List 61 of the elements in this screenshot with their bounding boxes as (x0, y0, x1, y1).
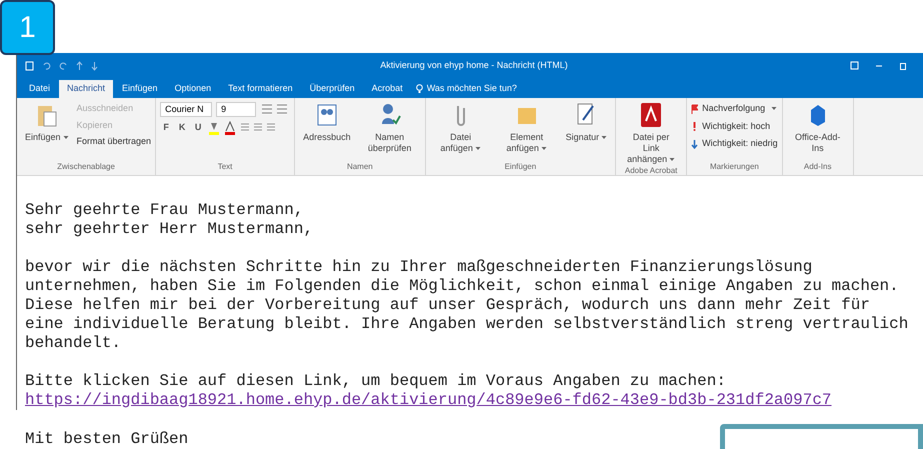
redo-icon[interactable] (59, 60, 68, 70)
attach-item-button[interactable]: Element anfügen (496, 102, 558, 154)
undo-icon[interactable] (42, 60, 51, 70)
ribbon-tab[interactable]: Datei (21, 80, 58, 98)
group-label: Adobe Acrobat (624, 165, 678, 177)
group-label: Add-Ins (802, 161, 832, 173)
lightbulb-icon (416, 84, 423, 94)
closing-line: Mit besten Grüßen (25, 429, 188, 449)
tell-me-field[interactable]: Was möchten Sie tun? (426, 82, 527, 96)
group-label: Text (216, 161, 234, 173)
paste-button[interactable]: Einfügen (21, 102, 73, 143)
caret-icon (669, 157, 676, 162)
ribbon-tab[interactable]: Acrobat (364, 80, 411, 98)
caret-icon (540, 146, 547, 152)
save-icon[interactable] (25, 60, 34, 70)
group-label: Markierungen (708, 161, 760, 173)
font-size-field[interactable]: 9 (216, 102, 256, 117)
ribbon-tab[interactable]: Überprüfen (302, 80, 363, 98)
number-badge: 1 (0, 0, 55, 55)
ribbon-tab[interactable]: Text formatieren (220, 80, 301, 98)
up-arrow-icon[interactable] (76, 60, 83, 70)
tag-item[interactable]: Wichtigkeit: hoch (691, 120, 778, 133)
ribbon-tab[interactable]: Einfügen (114, 80, 166, 98)
add-ins-button[interactable]: Office-Add-Ins (786, 102, 849, 154)
tag-item[interactable]: Nachverfolgung (691, 102, 778, 116)
signature-button[interactable]: Signatur (562, 102, 612, 143)
activation-link[interactable]: https://ingdibaag18921.home.ehyp.de/aktivierung/4c89e9e6-fd62-43e9-bd3b-231df2a097c7 (25, 391, 832, 409)
flag-icon (691, 104, 698, 114)
tag-item[interactable]: Wichtigkeit: niedrig (691, 137, 778, 150)
greeting-line: Sehr geehrte Frau Mustermann, (25, 201, 304, 220)
caret-icon (474, 146, 481, 152)
ribbon-options-icon[interactable] (850, 61, 859, 70)
caret-icon (771, 106, 778, 112)
clipboard-item[interactable]: Format übertragen (76, 135, 152, 148)
ribbon-tab[interactable]: Nachricht (59, 80, 114, 98)
format-button[interactable]: K (176, 121, 188, 135)
down-arrow-icon[interactable] (91, 60, 98, 70)
greeting-line: sehr geehrter Herr Mustermann, (25, 220, 314, 239)
exclamation-icon (691, 121, 698, 132)
body-paragraph: bevor wir die nächsten Schritte hin zu Ihrer maßgeschneiderten Finanzierungslösung unternehmen, haben Sie im Folgenden die Möglichkeit, schon einmal einige Angaben zu machen. Diese helfen mir bei der Vorbereitung auf unser Gespräch, wodurch uns dann mehr Zeit für eine individuelle Beratung bleibt. Ihre Angaben werden selbstverständlich streng vertraulich behandelt. (25, 258, 910, 353)
group-label: Namen (346, 161, 374, 173)
group-label: Zwischenablage (56, 161, 116, 173)
restore-icon[interactable] (899, 61, 907, 70)
address-book-button[interactable]: Adressbuch (299, 102, 355, 143)
format-button[interactable]: F (160, 121, 172, 135)
caret-icon (62, 135, 69, 140)
address-book-icon (316, 102, 338, 128)
caret-icon (601, 135, 608, 140)
link-intro: Bitte klicken Sie auf diesen Link, um bequem im Voraus Angaben zu machen: (25, 372, 727, 391)
font-name-field[interactable]: Courier N (160, 102, 212, 117)
window-title: Aktivierung von ehyp home - Nachricht (HTML) (379, 58, 569, 72)
link-file-button[interactable]: Datei per Link anhängen (620, 102, 682, 165)
ribbon-tab[interactable]: Optionen (166, 80, 220, 98)
highlight-icon[interactable] (208, 121, 220, 135)
down-arrow-icon (691, 138, 698, 149)
group-label: Einfügen (504, 161, 538, 173)
attach-file-button[interactable]: Datei anfügen (430, 102, 492, 154)
link-file-icon (640, 102, 662, 128)
font-color-icon[interactable] (224, 121, 236, 135)
check-names-button[interactable]: Namen überprüfen (358, 102, 421, 154)
format-button[interactable]: U (192, 121, 204, 135)
